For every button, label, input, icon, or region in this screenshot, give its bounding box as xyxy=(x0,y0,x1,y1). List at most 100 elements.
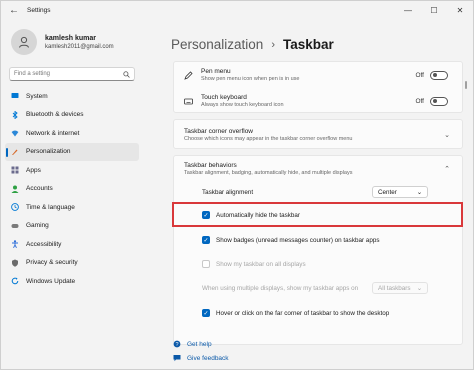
maximize-button[interactable]: ☐ xyxy=(421,1,447,19)
sidebar-item-label: Network & internet xyxy=(26,129,80,137)
keyboard-icon xyxy=(184,98,193,104)
pen-menu-state: Off xyxy=(415,71,424,79)
taskbar-behaviors-card: Taskbar behaviors Taskbar alignment, bad… xyxy=(173,155,463,345)
touch-keyboard-row: Touch keyboard Always show touch keyboar… xyxy=(174,88,462,114)
auto-hide-row[interactable]: ✓ Automatically hide the taskbar xyxy=(174,202,462,228)
breadcrumb-separator: › xyxy=(271,38,275,51)
brush-icon xyxy=(12,149,18,155)
hover-corner-checkbox[interactable]: ✓ xyxy=(202,309,210,317)
give-feedback-link[interactable]: Give feedback xyxy=(173,351,229,365)
behaviors-header[interactable]: Taskbar behaviors Taskbar alignment, bad… xyxy=(174,156,462,182)
window-controls: — ☐ ✕ xyxy=(395,1,473,19)
globe-clock-icon xyxy=(11,203,19,212)
sidebar-item-accounts[interactable]: Accounts xyxy=(5,180,139,199)
touch-keyboard-state: Off xyxy=(415,97,424,105)
auto-hide-label: Automatically hide the taskbar xyxy=(216,211,301,219)
main-content: Personalization › Taskbar Pen menu Show … xyxy=(141,19,473,369)
update-icon xyxy=(11,277,19,285)
all-displays-label: Show my taskbar on all displays xyxy=(216,260,306,268)
search-input[interactable]: Find a setting xyxy=(9,67,135,81)
wifi-icon xyxy=(11,130,19,137)
pen-icon xyxy=(184,70,193,80)
alignment-row: Taskbar alignment Center ⌄ xyxy=(174,182,462,202)
sidebar-nav: System Bluetooth & devices Network & int… xyxy=(5,87,139,291)
help-links: ? Get help Give feedback xyxy=(173,337,229,365)
sidebar-item-label: Privacy & security xyxy=(26,259,78,267)
breadcrumb-parent[interactable]: Personalization xyxy=(171,37,263,52)
sidebar-item-label: Accounts xyxy=(26,185,53,193)
user-icon xyxy=(19,36,29,48)
badges-checkbox[interactable]: ✓ xyxy=(202,236,210,244)
chevron-up-icon: ⌃ xyxy=(444,166,450,173)
behaviors-title: Taskbar behaviors xyxy=(184,162,237,169)
chevron-down-icon: ⌄ xyxy=(444,132,450,139)
all-displays-row: Show my taskbar on all displays xyxy=(174,252,462,276)
hover-corner-label: Hover or click on the far corner of task… xyxy=(216,309,390,317)
touch-keyboard-toggle[interactable] xyxy=(430,96,448,106)
search-placeholder: Find a setting xyxy=(14,71,51,77)
scrollbar-thumb[interactable] xyxy=(465,81,467,89)
sidebar-item-system[interactable]: System xyxy=(5,87,139,106)
alignment-label: Taskbar alignment xyxy=(202,188,254,196)
avatar xyxy=(11,29,37,55)
chevron-down-icon: ⌄ xyxy=(416,188,422,196)
title-bar: ← Settings — ☐ ✕ xyxy=(1,1,473,19)
taskbar-icons-card: Pen menu Show pen menu icon when pen is … xyxy=(173,61,463,113)
touch-keyboard-title: Touch keyboard xyxy=(201,94,247,101)
alignment-value: Center xyxy=(378,188,397,196)
badges-label: Show badges (unread messages counter) on… xyxy=(216,236,380,244)
pen-menu-toggle[interactable] xyxy=(430,70,448,80)
auto-hide-checkbox[interactable]: ✓ xyxy=(202,211,210,219)
back-button[interactable]: ← xyxy=(5,1,23,19)
sidebar-item-time-language[interactable]: Time & language xyxy=(5,198,139,217)
pen-menu-subtitle: Show pen menu icon when pen is in use xyxy=(201,76,300,82)
pen-menu-title: Pen menu xyxy=(201,68,231,75)
behaviors-subtitle: Taskbar alignment, badging, automaticall… xyxy=(184,170,353,176)
monitor-icon xyxy=(11,93,19,99)
sidebar-item-accessibility[interactable]: Accessibility xyxy=(5,235,139,254)
bluetooth-icon xyxy=(12,110,18,119)
sidebar-item-gaming[interactable]: Gaming xyxy=(5,217,139,236)
person-icon xyxy=(11,185,19,193)
help-icon: ? xyxy=(173,340,181,348)
sidebar-item-windows-update[interactable]: Windows Update xyxy=(5,272,139,291)
feedback-icon xyxy=(173,355,181,362)
multiple-displays-label: When using multiple displays, show my ta… xyxy=(202,284,359,292)
sidebar-item-label: Windows Update xyxy=(26,277,76,285)
badges-row[interactable]: ✓ Show badges (unread messages counter) … xyxy=(174,228,462,252)
controller-icon xyxy=(11,223,19,228)
sidebar-item-label: Gaming xyxy=(26,222,49,230)
get-help-link[interactable]: ? Get help xyxy=(173,337,229,351)
sidebar-item-bluetooth[interactable]: Bluetooth & devices xyxy=(5,106,139,125)
back-arrow-icon: ← xyxy=(9,4,19,16)
corner-overflow-title: Taskbar corner overflow xyxy=(184,128,253,135)
sidebar-item-privacy[interactable]: Privacy & security xyxy=(5,254,139,273)
close-button[interactable]: ✕ xyxy=(447,1,473,19)
hover-corner-row[interactable]: ✓ Hover or click on the far corner of ta… xyxy=(174,300,462,326)
sidebar-item-network[interactable]: Network & internet xyxy=(5,124,139,143)
accessibility-icon xyxy=(12,240,18,249)
sidebar-item-apps[interactable]: Apps xyxy=(5,161,139,180)
alignment-dropdown[interactable]: Center ⌄ xyxy=(372,186,428,198)
chevron-down-icon: ⌄ xyxy=(416,284,422,292)
sidebar-item-label: Apps xyxy=(26,166,41,174)
page-title: Taskbar xyxy=(282,37,334,52)
corner-overflow-subtitle: Choose which icons may appear in the tas… xyxy=(184,136,353,142)
breadcrumb: Personalization › Taskbar xyxy=(171,37,334,52)
give-feedback-label: Give feedback xyxy=(187,354,229,362)
profile-email: kamlesh2011@gmail.com xyxy=(45,43,114,50)
settings-window: ← Settings — ☐ ✕ kamlesh kumar kamlesh20… xyxy=(0,0,474,370)
sidebar: kamlesh kumar kamlesh2011@gmail.com Find… xyxy=(1,19,141,369)
sidebar-item-label: Personalization xyxy=(26,148,71,156)
pen-menu-row: Pen menu Show pen menu icon when pen is … xyxy=(174,62,462,88)
sidebar-item-label: Time & language xyxy=(26,203,75,211)
profile-name: kamlesh kumar xyxy=(45,34,96,42)
app-title: Settings xyxy=(27,6,51,14)
all-displays-checkbox xyxy=(202,260,210,268)
multiple-displays-value: All taskbars xyxy=(378,284,411,292)
sidebar-item-personalization[interactable]: Personalization xyxy=(5,142,139,161)
minimize-button[interactable]: — xyxy=(395,1,421,19)
profile[interactable]: kamlesh kumar kamlesh2011@gmail.com xyxy=(11,29,114,55)
sidebar-item-label: Bluetooth & devices xyxy=(26,111,84,119)
corner-overflow-card[interactable]: Taskbar corner overflow Choose which ico… xyxy=(173,119,463,149)
